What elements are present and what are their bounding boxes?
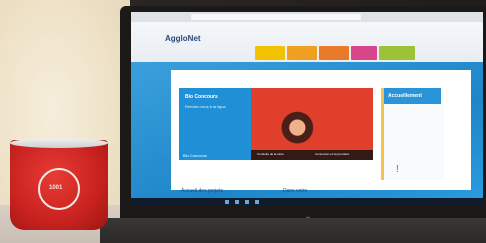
taskbar-app-icon[interactable] [255, 200, 259, 204]
sidebar-header: Accueillement [384, 88, 441, 104]
laptop-screen: AggloNet Bio Concours Rendez-vous à la l… [131, 12, 483, 206]
laptop-keyboard [100, 218, 486, 243]
main-nav [255, 46, 415, 60]
nav-item-2[interactable] [287, 46, 317, 60]
taskbar-app-icon[interactable] [225, 200, 229, 204]
mug-rim [10, 138, 108, 148]
mug-emblem-text: 1001 [49, 185, 63, 191]
hero-subtitle: Rendez-vous à la ligue [185, 104, 226, 109]
browser-toolbar [131, 12, 483, 22]
hero-footer: Bio Concours [183, 153, 208, 158]
taskbar-app-icon[interactable] [245, 200, 249, 204]
windows-taskbar [131, 198, 483, 206]
site-logo[interactable]: AggloNet [165, 34, 201, 43]
caption-right[interactable]: Connexion et sa première [315, 152, 349, 156]
section-heading-right: Dans votre [283, 188, 308, 194]
taskbar-app-icon[interactable] [235, 200, 239, 204]
address-bar[interactable] [191, 14, 361, 20]
alert-icon: ! [396, 164, 399, 175]
hero-title: Bio Concours [185, 94, 218, 100]
caption-left[interactable]: Conduite de la carte [257, 152, 284, 156]
nav-item-5[interactable] [379, 46, 415, 60]
laptop-brand-logo: ▬ [306, 214, 310, 219]
nav-item-4[interactable] [351, 46, 377, 60]
nav-item-3[interactable] [319, 46, 349, 60]
section-heading-left: Accueil des projets [181, 188, 223, 194]
nav-item-1[interactable] [255, 46, 285, 60]
